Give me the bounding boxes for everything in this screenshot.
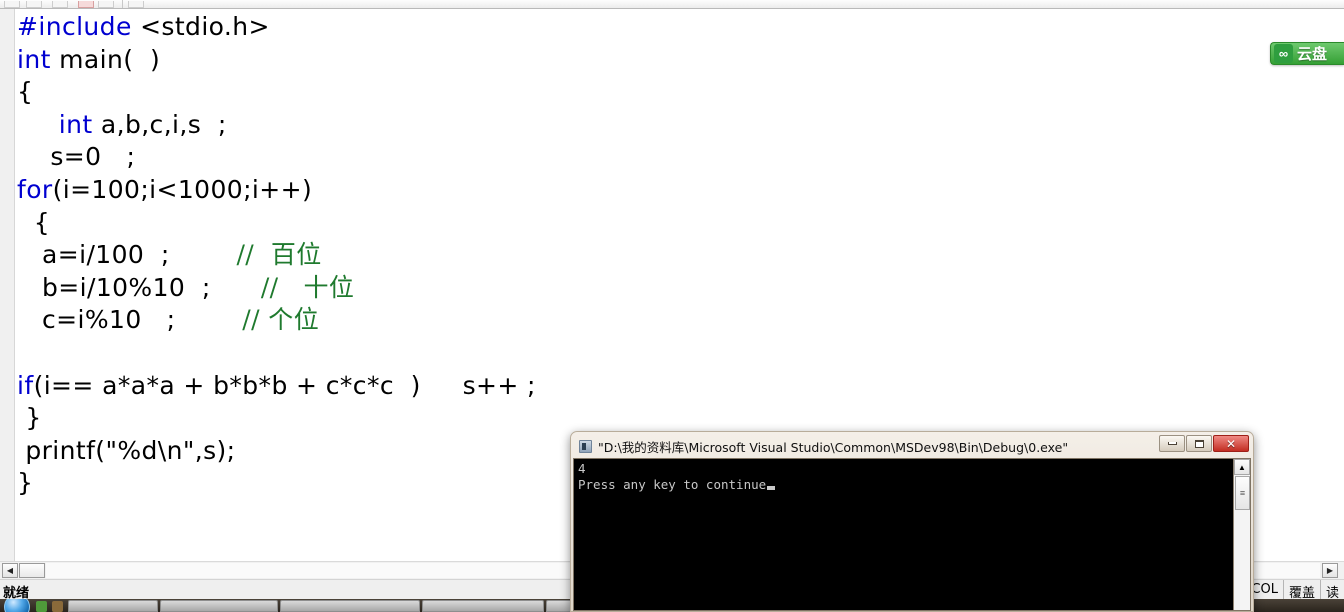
- code-text: <stdio.h>: [131, 12, 270, 41]
- console-output-text: 4 Press any key to continue: [578, 461, 1232, 493]
- status-pane-read: 读: [1319, 580, 1344, 601]
- code-line: {: [17, 76, 1344, 109]
- code-comment: // 个位: [242, 305, 320, 335]
- maximize-button[interactable]: [1186, 435, 1212, 452]
- editor-gutter: [0, 9, 15, 561]
- start-button-icon[interactable]: [4, 599, 30, 612]
- code-text: {: [17, 77, 34, 107]
- code-line: c=i%10 ; // 个位: [17, 304, 1344, 337]
- code-text: {: [17, 207, 50, 237]
- minimize-icon: [1167, 442, 1177, 445]
- console-scroll-thumb[interactable]: ≡: [1235, 476, 1250, 510]
- code-text: b=i/10%10 ;: [17, 272, 261, 302]
- console-title-text: "D:\我的资料库\Microsoft Visual Studio\Common…: [598, 439, 1069, 455]
- cloud-disk-label: 云盘: [1297, 45, 1328, 63]
- toolbar-icon-4[interactable]: [78, 1, 94, 8]
- toolbar-separator: [122, 0, 123, 8]
- minimize-button[interactable]: [1159, 435, 1185, 452]
- code-line: #include <stdio.h>: [17, 11, 1344, 44]
- code-comment: // 百位: [236, 240, 322, 270]
- code-text: main( ): [50, 44, 161, 74]
- code-line: b=i/10%10 ; // 十位: [17, 272, 1344, 305]
- console-system-menu-icon[interactable]: [579, 439, 592, 453]
- toolbar-icon-5[interactable]: [98, 1, 114, 8]
- code-text: }: [17, 468, 34, 498]
- status-pane-overwrite: 覆盖: [1282, 580, 1320, 601]
- code-keyword: #include: [17, 12, 132, 41]
- code-text: printf("%d\n",s);: [17, 435, 236, 465]
- console-output-line: 4: [578, 461, 586, 476]
- scroll-right-arrow-icon[interactable]: ▶: [1322, 563, 1338, 578]
- toolbar-icon-6[interactable]: [128, 1, 144, 8]
- code-keyword: if: [17, 370, 34, 400]
- maximize-icon: [1194, 439, 1204, 448]
- toolbar-icon-1[interactable]: [4, 1, 20, 8]
- code-text: a,b,c,i,s ;: [92, 109, 227, 139]
- console-output-line: Press any key to continue: [578, 477, 1232, 493]
- taskbar-button-4[interactable]: [422, 600, 544, 612]
- console-vertical-scrollbar[interactable]: ▲ ≡: [1233, 459, 1250, 610]
- code-line: int a,b,c,i,s ;: [17, 109, 1344, 142]
- code-keyword: int: [58, 109, 93, 139]
- code-keyword: int: [17, 44, 51, 74]
- code-text: (i== a*a*a + b*b*b + c*c*c ) s++ ;: [33, 370, 536, 400]
- code-line: int main( ): [17, 44, 1344, 77]
- taskbar-button-2[interactable]: [160, 600, 278, 612]
- code-comment: // 十位: [260, 272, 355, 302]
- cloud-disk-icon: ∞: [1274, 44, 1293, 63]
- console-window[interactable]: "D:\我的资料库\Microsoft Visual Studio\Common…: [570, 431, 1254, 612]
- code-text: (i=100;i<1000;i++): [52, 174, 313, 204]
- code-text: }: [17, 403, 42, 433]
- close-button[interactable]: ✕: [1213, 435, 1249, 452]
- taskbar-button-1[interactable]: [68, 600, 158, 612]
- code-line: s=0 ;: [17, 141, 1344, 174]
- code-line: for(i=100;i<1000;i++): [17, 174, 1344, 207]
- screen: #include <stdio.h> int main( ){ int a,b,c…: [0, 0, 1344, 612]
- console-output-area[interactable]: 4 Press any key to continue ▲ ≡: [573, 458, 1251, 611]
- code-line: }: [17, 402, 1344, 435]
- toolbar-icon-2[interactable]: [26, 1, 42, 8]
- taskbar-button-3[interactable]: [280, 600, 420, 612]
- cloud-disk-badge[interactable]: ∞ 云盘: [1270, 42, 1344, 65]
- scroll-up-arrow-icon[interactable]: ▲: [1234, 459, 1250, 475]
- code-line: {: [17, 207, 1344, 240]
- quicklaunch-icon-1[interactable]: [36, 601, 47, 612]
- code-text: s=0 ;: [17, 142, 136, 172]
- editor-toolbar[interactable]: [0, 0, 1344, 9]
- horizontal-scroll-thumb[interactable]: [19, 563, 45, 578]
- code-text: a=i/100 ;: [17, 240, 237, 270]
- quicklaunch-icon-2[interactable]: [52, 601, 63, 612]
- scroll-left-arrow-icon[interactable]: ◀: [2, 563, 18, 578]
- code-line: if(i== a*a*a + b*b*b + c*c*c ) s++ ;: [17, 370, 1344, 403]
- console-cursor: [767, 486, 776, 490]
- code-text: c=i%10 ;: [17, 305, 243, 335]
- toolbar-icon-3[interactable]: [52, 1, 68, 8]
- status-panes: COL 覆盖 读: [1245, 580, 1344, 601]
- code-line: a=i/100 ; // 百位: [17, 239, 1344, 272]
- console-window-buttons[interactable]: ✕: [1159, 435, 1249, 452]
- code-keyword: for: [17, 174, 53, 204]
- console-title-bar[interactable]: "D:\我的资料库\Microsoft Visual Studio\Common…: [573, 434, 1251, 458]
